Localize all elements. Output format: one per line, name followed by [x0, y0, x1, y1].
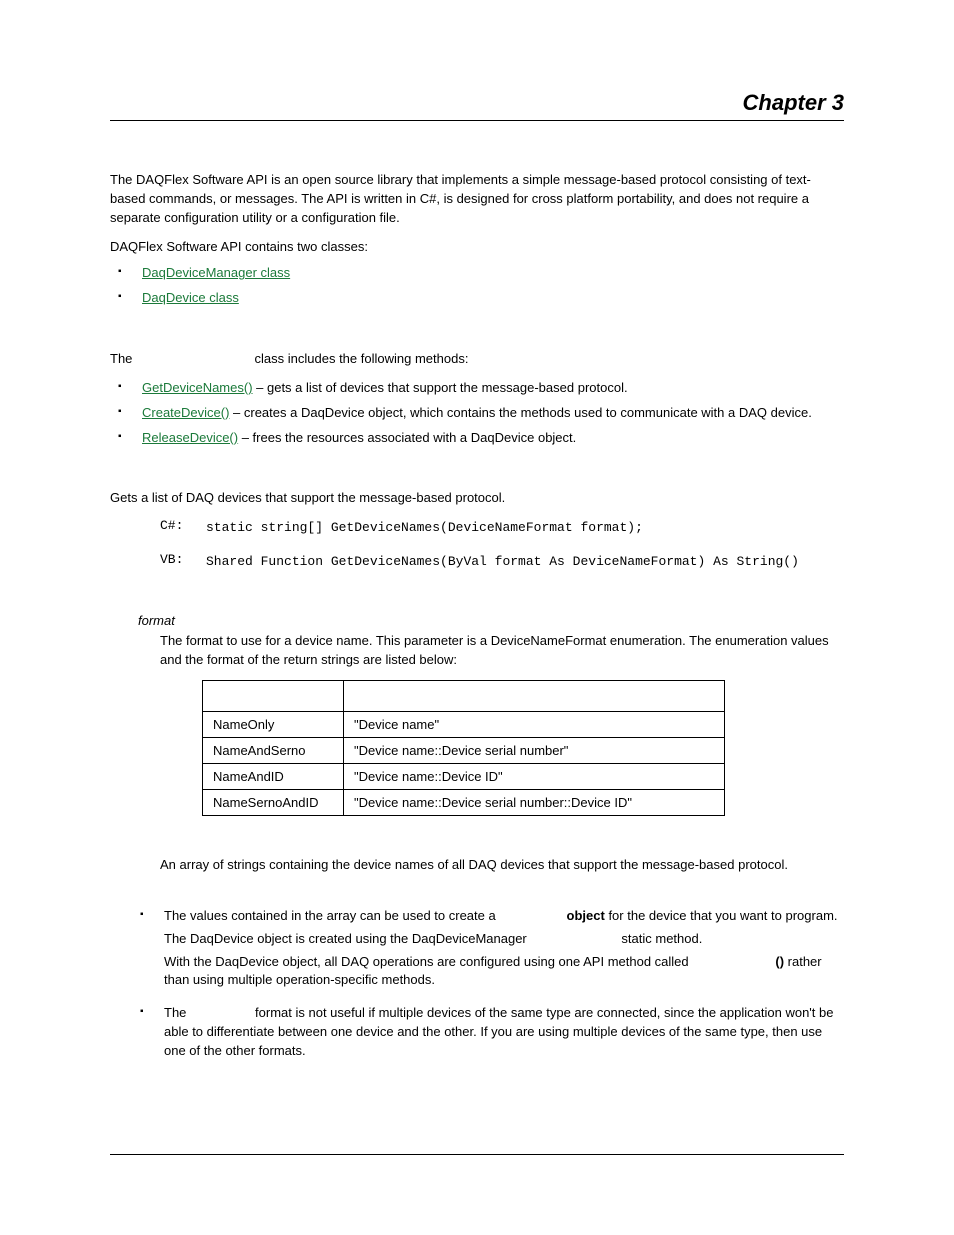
signature-code-csharp: static string[] GetDeviceNames(DeviceNam…: [206, 518, 844, 538]
method-description: Gets a list of DAQ devices that support …: [110, 489, 844, 508]
signature-lang-csharp: C#:: [160, 518, 206, 538]
table-header-cell: [203, 680, 344, 711]
table-row: NameAndID "Device name::Device ID": [203, 763, 725, 789]
text: – creates a DaqDevice object, which cont…: [229, 405, 811, 420]
link-daqdevice-class[interactable]: DaqDevice class: [142, 290, 239, 305]
text: The values contained in the array can be…: [164, 908, 499, 923]
text-bold: object: [567, 908, 605, 923]
table-cell: "Device name::Device serial number": [344, 737, 725, 763]
signature-code-vb: Shared Function GetDeviceNames(ByVal for…: [206, 552, 844, 572]
methods-list: GetDeviceNames() – gets a list of device…: [110, 379, 844, 448]
table-header-row: [203, 680, 725, 711]
parameter-name: format: [138, 613, 844, 628]
table-cell: NameOnly: [203, 711, 344, 737]
table-row: NameAndSerno "Device name::Device serial…: [203, 737, 725, 763]
list-item: DaqDevice class: [138, 289, 844, 308]
chapter-label: Chapter 3: [110, 90, 844, 116]
document-page: Chapter 3 The DAQFlex Software API is an…: [0, 0, 954, 1235]
remarks-list: The values contained in the array can be…: [110, 907, 844, 1061]
page-header: Chapter 3: [110, 90, 844, 121]
class-link-list: DaqDeviceManager class DaqDevice class: [110, 264, 844, 308]
return-description: An array of strings containing the devic…: [160, 856, 844, 875]
list-item: GetDeviceNames() – gets a list of device…: [138, 379, 844, 398]
text: The DaqDevice object is created using th…: [164, 931, 530, 946]
text: The: [164, 1005, 190, 1020]
table-cell: NameAndSerno: [203, 737, 344, 763]
text: class includes the following methods:: [251, 351, 469, 366]
intro-paragraph-1: The DAQFlex Software API is an open sour…: [110, 171, 844, 228]
methods-lead: The DaqDeviceManager class includes the …: [110, 350, 844, 369]
remark-item: The NameOnly format is not useful if mul…: [160, 1004, 844, 1061]
table-cell: NameSernoAndID: [203, 789, 344, 815]
text: – gets a list of devices that support th…: [253, 380, 628, 395]
text-bold: (): [775, 954, 784, 969]
text: With the DaqDevice object, all DAQ opera…: [164, 954, 692, 969]
list-item: ReleaseDevice() – frees the resources as…: [138, 429, 844, 448]
table-cell: "Device name::Device serial number::Devi…: [344, 789, 725, 815]
signature-row: C#: static string[] GetDeviceNames(Devic…: [160, 518, 844, 538]
table-cell: "Device name::Device ID": [344, 763, 725, 789]
footer-divider: [110, 1154, 844, 1155]
enum-table: NameOnly "Device name" NameAndSerno "Dev…: [202, 680, 725, 816]
link-createdevice[interactable]: CreateDevice(): [142, 405, 229, 420]
table-cell: "Device name": [344, 711, 725, 737]
text: The: [110, 351, 136, 366]
table-cell: NameAndID: [203, 763, 344, 789]
signature-lang-vb: VB:: [160, 552, 206, 572]
intro-paragraph-2: DAQFlex Software API contains two classe…: [110, 238, 844, 257]
table-row: NameSernoAndID "Device name::Device seri…: [203, 789, 725, 815]
table-header-cell: [344, 680, 725, 711]
list-item: CreateDevice() – creates a DaqDevice obj…: [138, 404, 844, 423]
link-daqdevicemanager-class[interactable]: DaqDeviceManager class: [142, 265, 290, 280]
remark-item: The values contained in the array can be…: [160, 907, 844, 990]
signature-block: C#: static string[] GetDeviceNames(Devic…: [160, 518, 844, 571]
text: for the device that you want to program.: [605, 908, 838, 923]
text: format is not useful if multiple devices…: [164, 1005, 833, 1058]
link-releasedevice[interactable]: ReleaseDevice(): [142, 430, 238, 445]
text: static method.: [618, 931, 703, 946]
link-getdevicenames[interactable]: GetDeviceNames(): [142, 380, 253, 395]
parameter-description: The format to use for a device name. Thi…: [160, 632, 844, 670]
signature-row: VB: Shared Function GetDeviceNames(ByVal…: [160, 552, 844, 572]
table-row: NameOnly "Device name": [203, 711, 725, 737]
list-item: DaqDeviceManager class: [138, 264, 844, 283]
text: – frees the resources associated with a …: [238, 430, 576, 445]
